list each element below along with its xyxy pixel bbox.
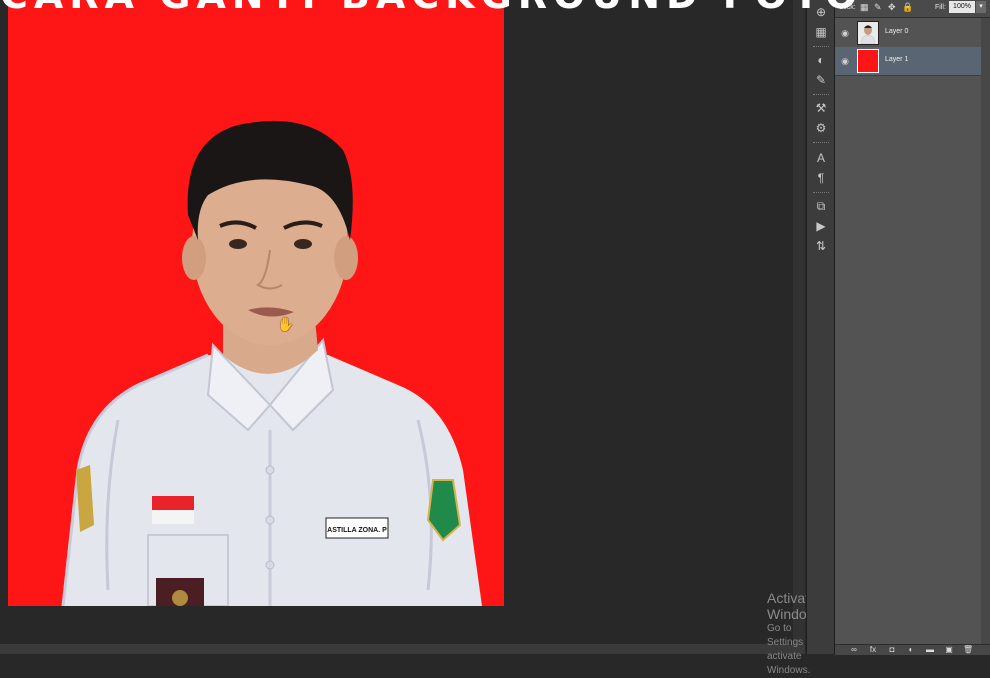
new-group-icon[interactable]: ▬ bbox=[925, 646, 935, 654]
layer-style-fx-icon[interactable]: fx bbox=[868, 646, 878, 654]
panel-dock-toolbar: ⊕ ▦ ◐ ✎ ⚒ ⚙ A ¶ ⧉ ▶ ⇅ bbox=[806, 0, 835, 654]
brush-presets-icon[interactable]: ⚒ bbox=[812, 100, 830, 116]
toolbar-divider bbox=[813, 46, 829, 47]
portrait-illustration: ASTILLA ZONA. P bbox=[61, 120, 482, 606]
layer-row-layer-1[interactable]: ◉ Layer 1 bbox=[835, 47, 981, 76]
layer-name: Layer 1 bbox=[885, 56, 909, 63]
layer-thumbnail-portrait bbox=[857, 21, 879, 45]
layers-panel: Lock: ▦ ✎ ✥ 🔒 Fill: 100% ▾ ◉ Layer 0 ◉ L… bbox=[835, 0, 990, 655]
link-layers-icon[interactable]: ∞ bbox=[849, 646, 859, 654]
adjustments-icon[interactable]: ◐ bbox=[812, 52, 830, 68]
canvas-workspace[interactable]: CARA GANTI BACKGROUND FOTO bbox=[0, 0, 857, 676]
layers-scrollbar[interactable] bbox=[981, 18, 990, 644]
visibility-eye-icon[interactable]: ◉ bbox=[839, 28, 851, 38]
toolbar-divider bbox=[813, 94, 829, 95]
layer-comps-icon[interactable]: ⧉ bbox=[812, 198, 830, 214]
adjustment-layer-icon[interactable]: ◐ bbox=[906, 646, 916, 654]
portrait-thumbnail-icon bbox=[858, 22, 878, 45]
layer-row-layer-0[interactable]: ◉ Layer 0 bbox=[835, 19, 981, 48]
toolbar-divider bbox=[813, 142, 829, 143]
styles-icon[interactable]: ✎ bbox=[812, 72, 830, 88]
actions-play-icon[interactable]: ▶ bbox=[812, 218, 830, 234]
document-canvas-photo[interactable]: ASTILLA ZONA. P bbox=[8, 0, 504, 606]
name-tag-text: ASTILLA ZONA. P bbox=[327, 527, 387, 534]
history-icon[interactable]: ⇅ bbox=[812, 238, 830, 254]
canvas-vertical-scrollbar[interactable] bbox=[793, 0, 805, 644]
paragraph-icon[interactable]: ¶ bbox=[812, 170, 830, 186]
layer-name: Layer 0 bbox=[885, 28, 909, 35]
video-caption-overlay: CARA GANTI BACKGROUND FOTO bbox=[0, 0, 990, 10]
hand-cursor-icon: ✋ bbox=[277, 316, 295, 332]
character-icon[interactable]: A bbox=[812, 150, 830, 166]
visibility-eye-icon[interactable]: ◉ bbox=[839, 56, 851, 66]
add-mask-icon[interactable]: ◘ bbox=[887, 646, 897, 654]
toolbar-divider bbox=[813, 192, 829, 193]
layers-bottom-bar: ∞ fx ◘ ◐ ▬ ▣ 🗑 bbox=[835, 644, 990, 655]
delete-layer-icon[interactable]: 🗑 bbox=[963, 646, 973, 654]
layer-thumbnail-red-fill bbox=[857, 49, 879, 73]
tool-presets-icon[interactable]: ⚙ bbox=[812, 120, 830, 136]
navigator-icon[interactable]: ▦ bbox=[812, 24, 830, 40]
new-layer-icon[interactable]: ▣ bbox=[944, 646, 954, 654]
canvas-horizontal-scrollbar[interactable] bbox=[0, 644, 805, 654]
